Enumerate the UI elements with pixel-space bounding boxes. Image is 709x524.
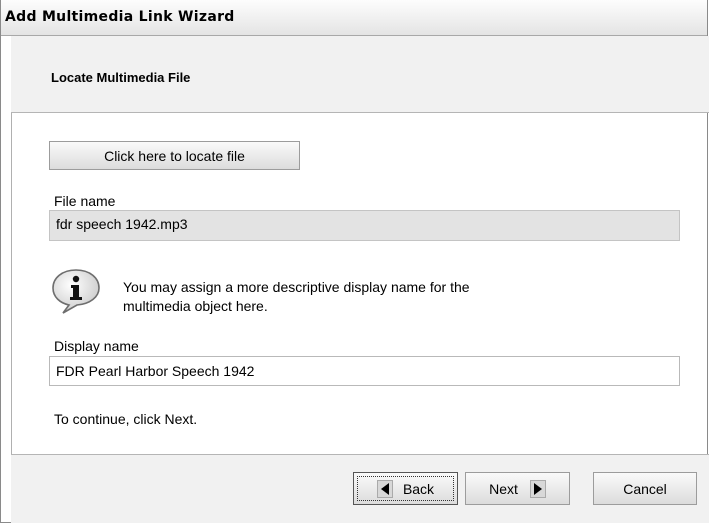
display-name-input[interactable] — [49, 356, 680, 386]
display-name-label: Display name — [54, 338, 139, 354]
window-title: Add Multimedia Link Wizard — [5, 9, 235, 25]
next-button-label: Next — [489, 480, 518, 497]
focus-ring — [357, 476, 454, 501]
continue-instruction: To continue, click Next. — [54, 411, 198, 427]
info-message: You may assign a more descriptive displa… — [123, 279, 470, 314]
cancel-button[interactable]: Cancel — [593, 472, 697, 505]
info-icon — [52, 269, 100, 314]
locate-file-button[interactable]: Click here to locate file — [49, 141, 300, 170]
page-title: Locate Multimedia File — [51, 70, 191, 85]
arrow-right-icon — [529, 479, 546, 498]
file-name-label: File name — [54, 193, 116, 209]
back-button[interactable]: Back — [353, 472, 458, 505]
title-bar[interactable]: Add Multimedia Link Wizard — [1, 0, 707, 36]
file-name-field: fdr speech 1942.mp3 — [49, 210, 680, 241]
next-button[interactable]: Next — [465, 472, 570, 505]
wizard-window: Add Multimedia Link Wizard Locate Multim… — [0, 0, 709, 523]
wizard-header: Locate Multimedia File — [11, 36, 709, 113]
